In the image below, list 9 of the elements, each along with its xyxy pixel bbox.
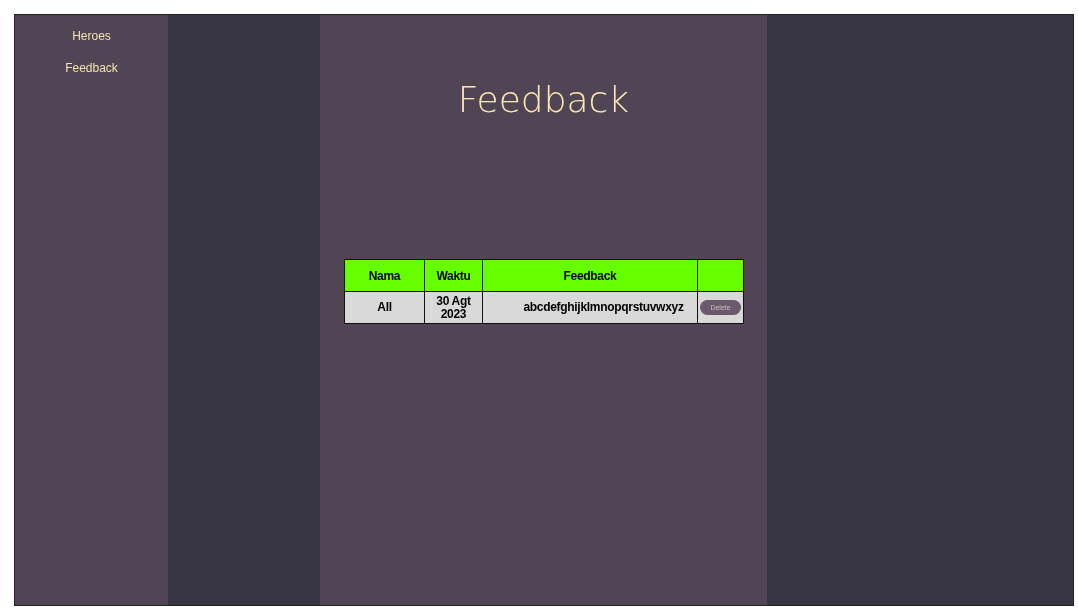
table-cell: All — [344, 291, 425, 324]
page-title: Feedback — [456, 78, 631, 122]
table-cell: abcdefghijklmnopqrstuvwxyz — [482, 291, 698, 324]
sidebar-link[interactable]: Heroes — [15, 27, 168, 45]
column-header: Nama — [344, 259, 425, 292]
column-header: Feedback — [482, 259, 698, 292]
sidebar-link[interactable]: Feedback — [15, 59, 168, 77]
column-header: Waktu — [424, 259, 483, 292]
table-cell: 30 Agt 2023 — [424, 291, 483, 324]
